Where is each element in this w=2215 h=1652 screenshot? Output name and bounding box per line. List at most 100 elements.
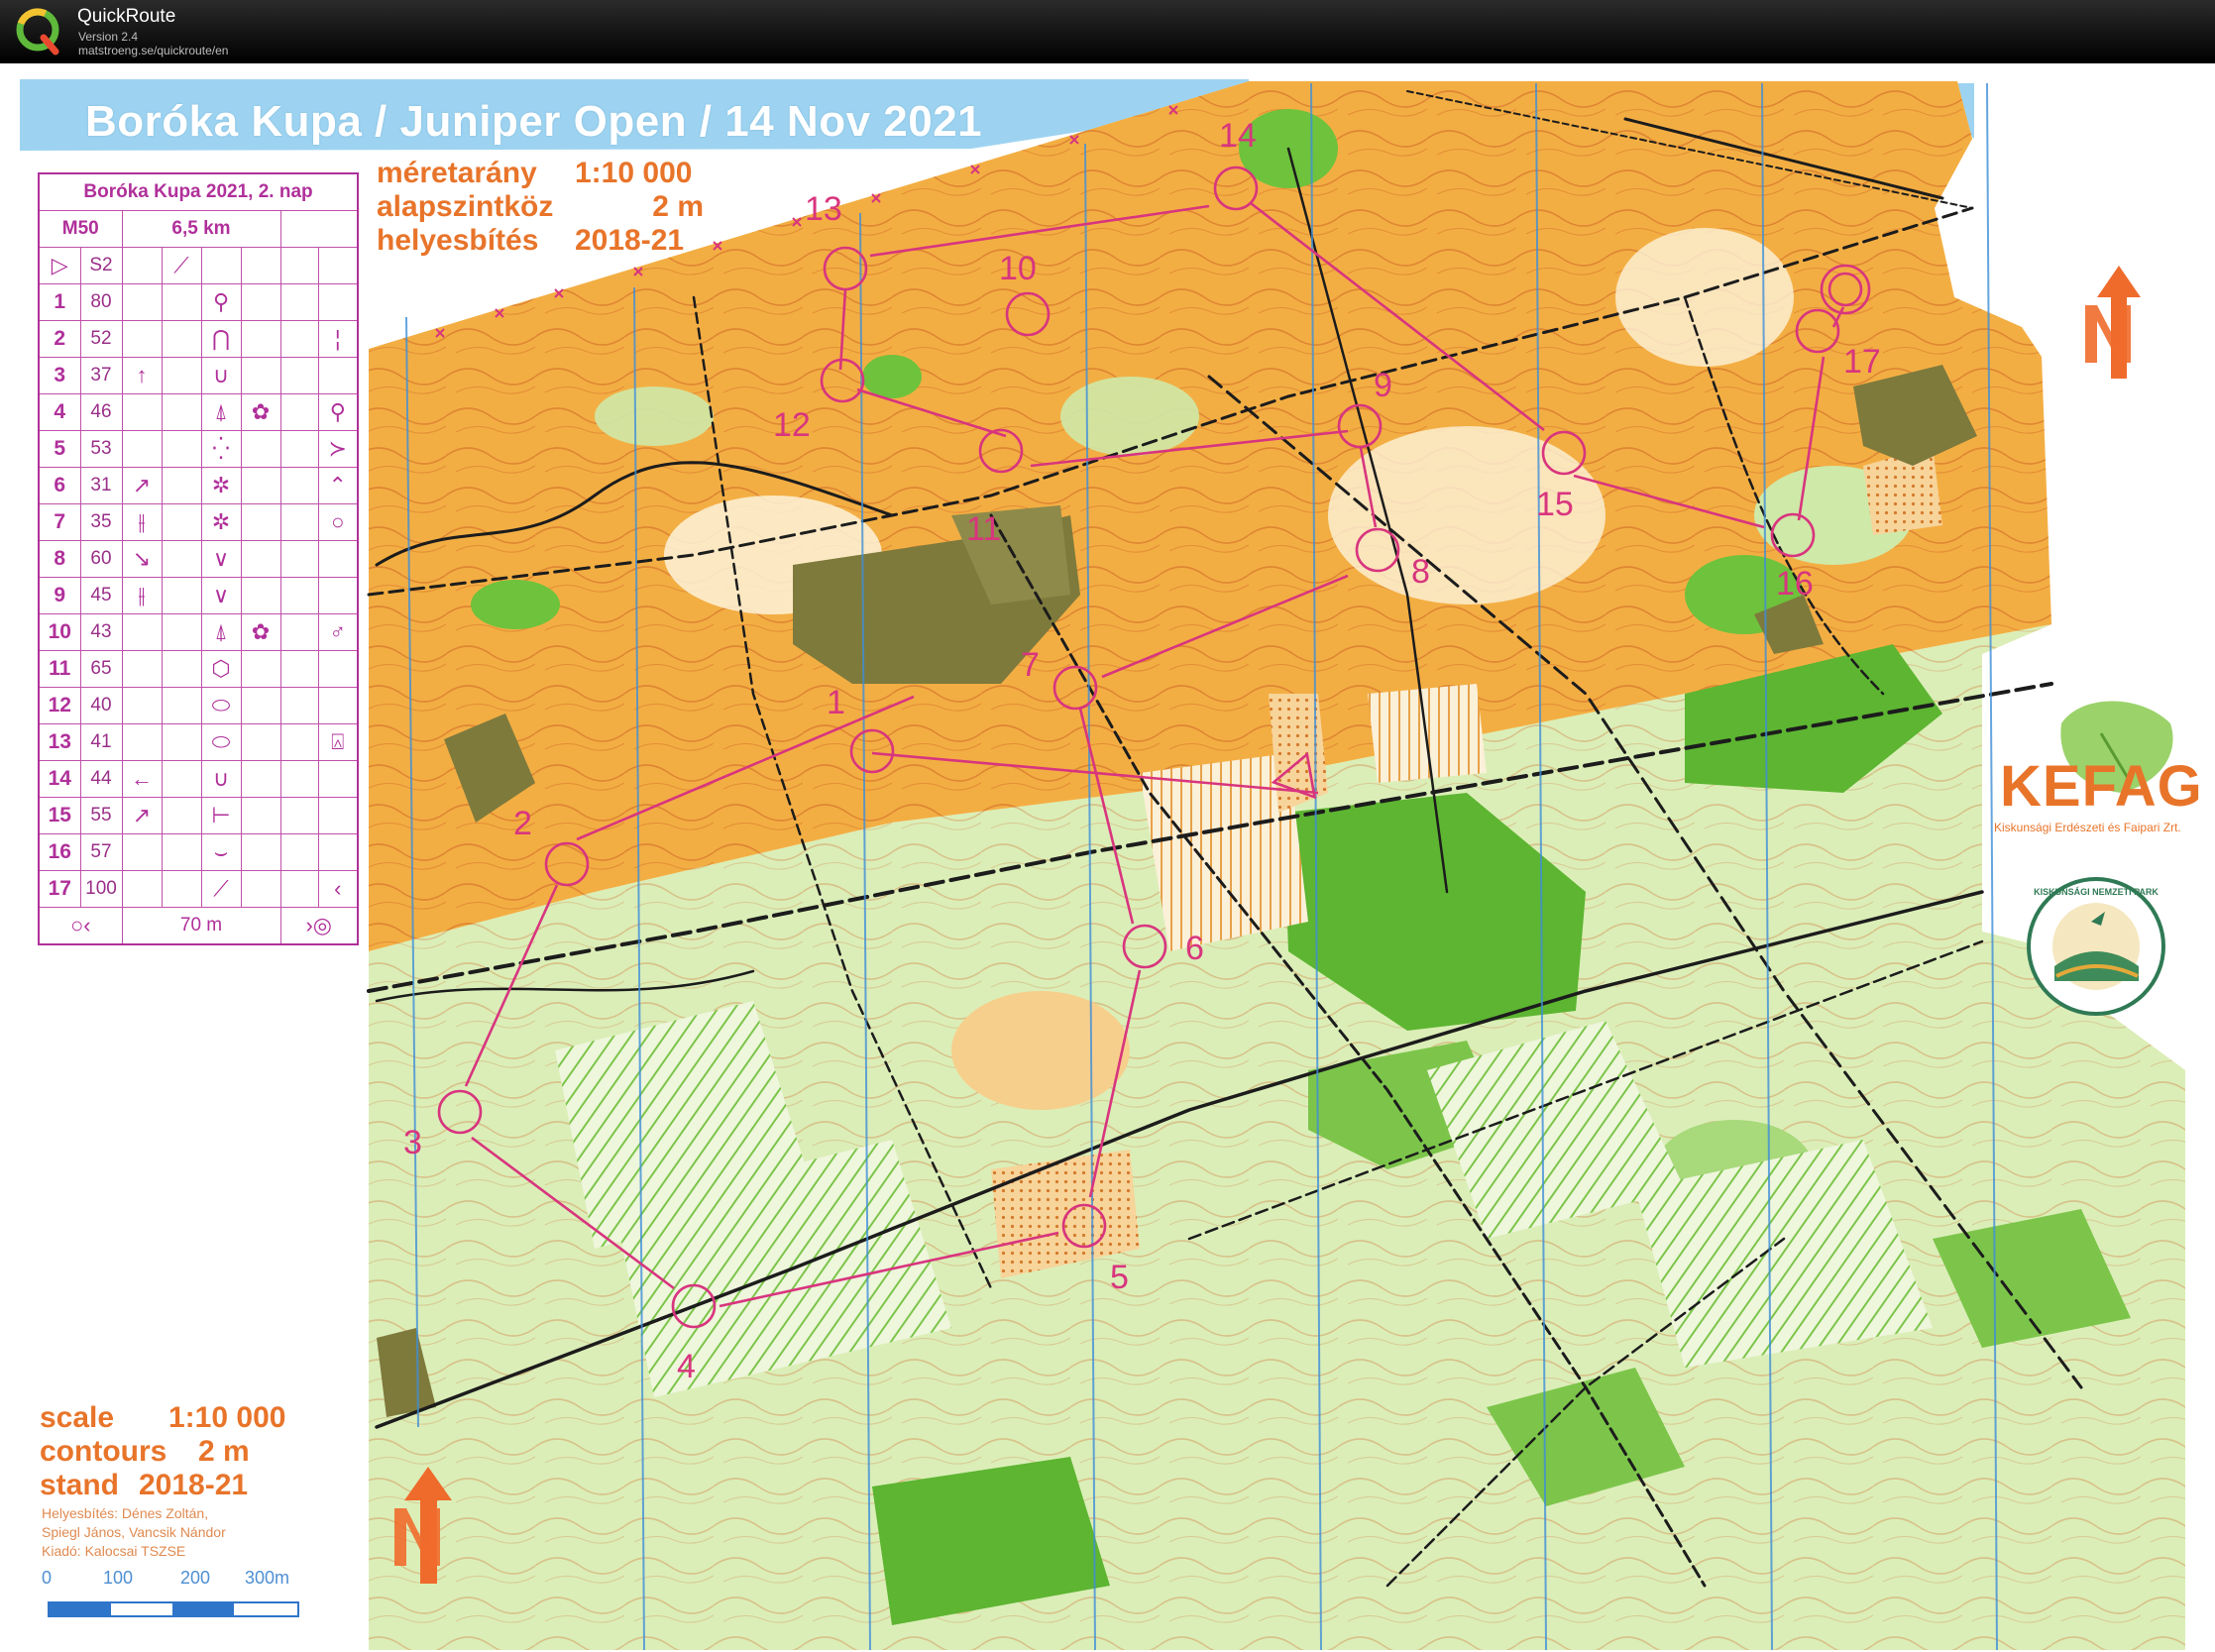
cd-start-code: S2 xyxy=(79,247,123,284)
cd-control-code: 37 xyxy=(79,357,123,394)
finish-icon: ›◎ xyxy=(279,907,359,945)
cd-row: 8 60 ↘ ∨ xyxy=(38,540,359,578)
national-park-seal xyxy=(2027,877,2165,1016)
info-key: alapszintköz xyxy=(377,190,554,223)
cd-symbol-icon: ⌃ xyxy=(317,467,359,504)
info-value: 2 m xyxy=(652,190,704,223)
cd-symbol-icon xyxy=(279,723,319,761)
cd-control-code: 44 xyxy=(79,760,123,798)
control-label-3: 3 xyxy=(403,1124,422,1161)
cd-symbol-icon: ↑ xyxy=(121,357,163,394)
control-label-4: 4 xyxy=(677,1348,696,1385)
cd-symbol-icon: ⁛ xyxy=(200,430,242,468)
cd-symbol-icon xyxy=(161,687,202,724)
control-label-7: 7 xyxy=(1021,646,1040,684)
cd-symbol-icon xyxy=(240,870,281,908)
info-value: 1:10 000 xyxy=(575,157,693,189)
cd-symbol-icon xyxy=(317,357,359,394)
cd-control-number: 5 xyxy=(38,430,81,468)
control-label-2: 2 xyxy=(513,805,532,842)
cd-symbol-icon: ⟋ xyxy=(200,870,242,908)
cd-symbol-icon: ⍓ xyxy=(317,723,359,761)
cd-symbol-icon xyxy=(161,540,202,578)
cd-row: 3 37 ↑ ∪ xyxy=(38,357,359,394)
cd-row: 17 100 ⟋ ‹ xyxy=(38,870,359,908)
info-value: 2018-21 xyxy=(575,224,685,257)
cd-symbol-icon xyxy=(240,797,281,834)
cd-row: 11 65 ⬡ xyxy=(38,650,359,688)
cd-symbol-icon xyxy=(121,723,163,761)
cd-symbol-icon xyxy=(279,797,319,834)
cd-symbol-icon xyxy=(121,393,163,431)
cd-symbol-icon xyxy=(317,650,359,688)
cd-symbol-icon xyxy=(279,613,319,651)
app-url-link[interactable]: matstroeng.se/quickroute/en xyxy=(78,44,228,57)
cd-row: 5 53 ⁛ ≻ xyxy=(38,430,359,468)
cd-symbol-icon xyxy=(279,577,319,614)
cd-control-code: 40 xyxy=(79,687,123,724)
cd-control-code: 45 xyxy=(79,577,123,614)
cd-symbol-icon xyxy=(317,760,359,798)
cd-symbol-icon: ⬭ xyxy=(200,723,242,761)
cd-control-number: 13 xyxy=(38,723,81,761)
kefag-name: KEFAG xyxy=(2000,754,2203,819)
cd-row: 16 57 ⌣ xyxy=(38,833,359,871)
cd-title: Boróka Kupa 2021, 2. nap xyxy=(38,172,359,211)
cd-symbol-icon xyxy=(161,577,202,614)
cd-symbol-icon: ∪ xyxy=(200,760,242,798)
cd-control-code: 100 xyxy=(79,870,123,908)
cd-symbol-icon xyxy=(240,650,281,688)
cd-control-number: 1 xyxy=(38,283,81,321)
cd-row: 6 31 ↗ ✲ ⌃ xyxy=(38,467,359,504)
cd-symbol-icon xyxy=(240,833,281,871)
cd-symbol-icon: ⫲ xyxy=(121,577,163,614)
cd-row: 9 45 ⫲ ∨ xyxy=(38,577,359,614)
cd-symbol-icon: ∨ xyxy=(200,540,242,578)
cd-row: 7 35 ⫲ ✲ ○ xyxy=(38,503,359,541)
cd-control-code: 52 xyxy=(79,320,123,358)
cd-symbol-icon xyxy=(161,613,202,651)
control-label-17: 17 xyxy=(1843,343,1881,381)
cd-symbol-icon xyxy=(161,503,202,541)
cd-control-code: 80 xyxy=(79,283,123,321)
cd-symbol-icon: ¦ xyxy=(317,320,359,358)
cd-row: 10 43 ⍋ ✿ ♂ xyxy=(38,613,359,651)
cd-symbol-icon: ⫲ xyxy=(121,503,163,541)
cd-symbol-icon xyxy=(279,687,319,724)
cd-row: 1 80 ⚲ xyxy=(38,283,359,321)
cd-symbol-icon xyxy=(240,320,281,358)
cd-row: 15 55 ↗ ⊢ xyxy=(38,797,359,834)
cd-symbol-icon xyxy=(161,357,202,394)
cd-symbol-icon xyxy=(279,650,319,688)
cd-symbol-icon xyxy=(121,613,163,651)
cd-symbol-icon xyxy=(121,687,163,724)
control-label-13: 13 xyxy=(805,190,842,228)
cd-symbol-icon: ✿ xyxy=(240,613,281,651)
cd-symbol-icon xyxy=(317,797,359,834)
cd-row: 2 52 ⋂ ¦ xyxy=(38,320,359,358)
cd-control-number: 6 xyxy=(38,467,81,504)
cd-symbol-icon xyxy=(161,723,202,761)
cd-symbol-icon xyxy=(279,503,319,541)
cd-symbol-icon xyxy=(240,723,281,761)
cd-control-code: 55 xyxy=(79,797,123,834)
cd-symbol-icon: ∪ xyxy=(200,357,242,394)
cd-symbol-icon: ⊢ xyxy=(200,797,242,834)
cd-symbol-icon: ♂ xyxy=(317,613,359,651)
cd-control-code: 31 xyxy=(79,467,123,504)
info-key: stand xyxy=(40,1469,120,1501)
scale-label: 100 xyxy=(103,1568,134,1588)
cd-control-number: 8 xyxy=(38,540,81,578)
cd-symbol-icon xyxy=(121,833,163,871)
cd-symbol-icon xyxy=(279,430,319,468)
scale-label: 200 xyxy=(180,1568,211,1588)
cd-symbol-icon: ✿ xyxy=(240,393,281,431)
map-info-english: scale 1:10 000 contours 2 m stand 2018-21 xyxy=(40,1401,285,1502)
cd-symbol-icon xyxy=(121,320,163,358)
cd-length: 6,5 km xyxy=(121,210,281,248)
cd-control-number: 10 xyxy=(38,613,81,651)
cd-control-number: 14 xyxy=(38,760,81,798)
cd-symbol-icon xyxy=(121,650,163,688)
cd-control-code: 60 xyxy=(79,540,123,578)
cd-control-number: 15 xyxy=(38,797,81,834)
